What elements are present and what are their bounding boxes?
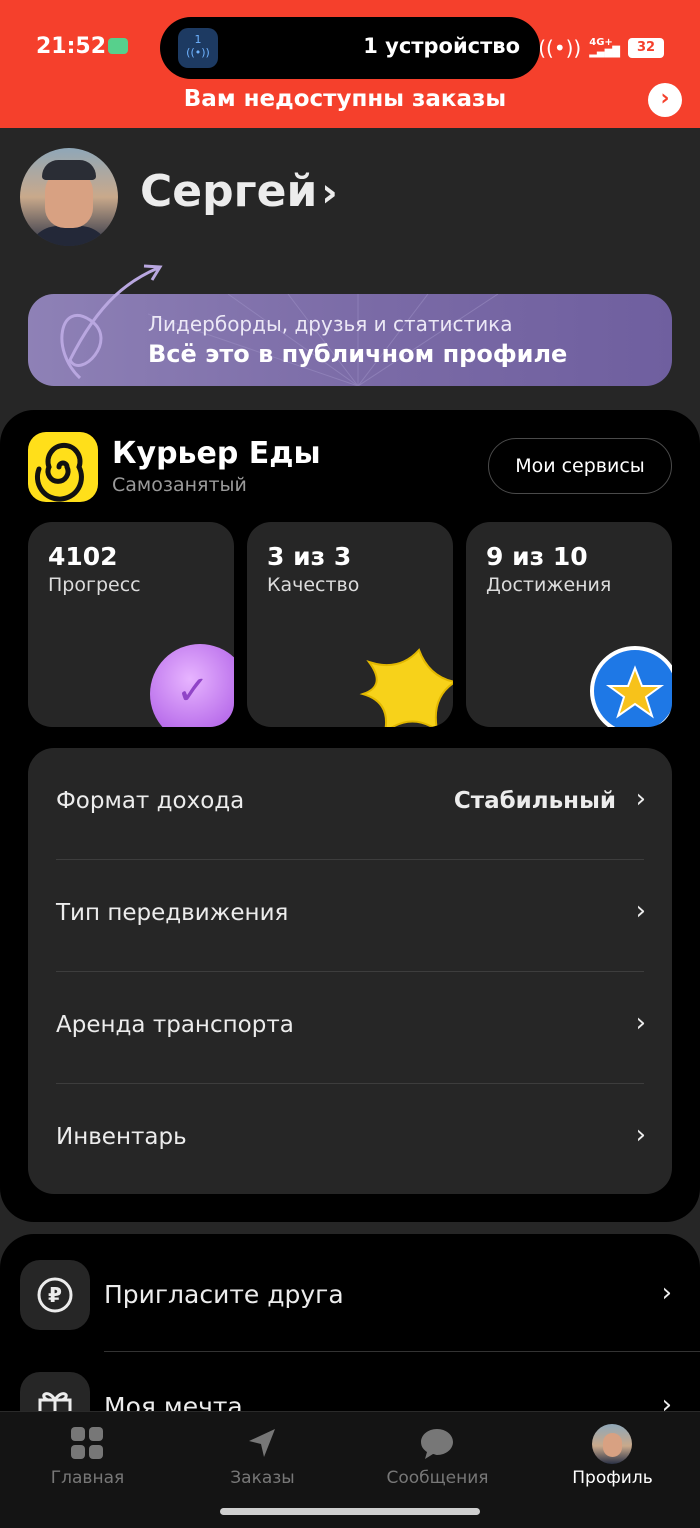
setting-label: Формат дохода — [56, 788, 245, 814]
chat-bubble-icon — [421, 1429, 453, 1459]
navigation-arrow-icon — [249, 1429, 275, 1457]
setting-transport-rent[interactable]: Аренда транспорта › — [28, 972, 672, 1084]
stat-label: Качество — [267, 574, 360, 596]
chevron-right-icon: › — [321, 170, 338, 216]
curved-arrow-icon — [60, 264, 163, 380]
avatar[interactable] — [592, 1424, 632, 1464]
settings-list: Формат дохода Стабильный › Тип передвиже… — [28, 748, 672, 1194]
orders-unavailable-text[interactable]: Вам недоступны заказы — [0, 86, 690, 112]
chevron-right-icon: › — [635, 784, 646, 814]
service-subtitle: Самозанятый — [112, 474, 247, 496]
profile-name-link[interactable]: Сергей › — [140, 166, 338, 217]
yellow-star-icon — [359, 648, 453, 727]
dynamic-island[interactable]: 1 ((•)) 1 устройство — [160, 17, 540, 79]
stat-achievements[interactable]: 9 из 10 Достижения — [466, 522, 672, 727]
avatar[interactable] — [20, 148, 118, 246]
banner-chevron-button[interactable]: › — [648, 83, 682, 117]
divider — [104, 1351, 700, 1352]
setting-label: Инвентарь — [56, 1124, 187, 1150]
system-icons: ((•)) 4G+ ▂▄▆█ 32 — [538, 36, 664, 60]
stat-quality[interactable]: 3 из 3 Качество — [247, 522, 453, 727]
setting-value: Стабильный — [453, 788, 616, 814]
blue-star-hand-icon — [590, 646, 672, 727]
my-services-button[interactable]: Мои сервисы — [488, 438, 672, 494]
promo-line1: Лидерборды, друзья и статистика — [148, 312, 513, 336]
chevron-right-icon: › — [635, 1008, 646, 1038]
nav-home[interactable]: Главная — [0, 1412, 175, 1492]
hotspot-icon: ((•)) — [538, 36, 582, 60]
nav-label: Профиль — [572, 1468, 653, 1488]
broadcast-icon: 1 ((•)) — [178, 28, 218, 68]
grid-icon — [71, 1427, 103, 1459]
status-time: 21:52 — [36, 34, 107, 59]
stat-label: Прогресс — [48, 574, 141, 596]
signal-icon: 4G+ ▂▄▆█ — [589, 37, 620, 58]
chat-notification-icon — [108, 38, 128, 54]
stat-value: 3 из 3 — [267, 542, 352, 571]
setting-label: Аренда транспорта — [56, 1012, 294, 1038]
nav-orders[interactable]: Заказы — [175, 1412, 350, 1492]
setting-inventory[interactable]: Инвентарь › — [28, 1084, 672, 1196]
island-count: 1 — [194, 33, 202, 46]
setting-label: Тип передвижения — [56, 900, 289, 926]
island-text: 1 устройство — [363, 34, 520, 58]
nav-messages[interactable]: Сообщения — [350, 1412, 525, 1492]
chevron-right-icon: › — [635, 1120, 646, 1150]
ruble-coin-icon: ₽ — [20, 1260, 90, 1330]
chevron-right-icon: › — [635, 896, 646, 926]
setting-movement-type[interactable]: Тип передвижения › — [28, 860, 672, 972]
courier-logo-icon — [28, 432, 98, 502]
service-title: Курьер Еды — [112, 436, 321, 471]
profile-name: Сергей — [140, 166, 318, 217]
nav-label: Заказы — [230, 1468, 295, 1488]
stat-label: Достижения — [486, 574, 612, 596]
invite-friend-link[interactable]: Пригласите друга — [104, 1280, 344, 1309]
setting-income-format[interactable]: Формат дохода Стабильный › — [28, 748, 672, 860]
promo-line2: Всё это в публичном профиле — [148, 340, 568, 368]
svg-text:₽: ₽ — [48, 1283, 62, 1307]
stat-progress[interactable]: 4102 Прогресс ✓ — [28, 522, 234, 727]
nav-label: Сообщения — [386, 1468, 489, 1488]
nav-label: Главная — [50, 1468, 125, 1488]
stat-value: 4102 — [48, 542, 118, 571]
purple-check-coin-icon: ✓ — [150, 644, 234, 727]
chevron-right-icon: › — [661, 1278, 672, 1308]
home-indicator[interactable] — [220, 1508, 480, 1515]
stat-value: 9 из 10 — [486, 542, 588, 571]
battery-icon: 32 — [628, 38, 664, 58]
